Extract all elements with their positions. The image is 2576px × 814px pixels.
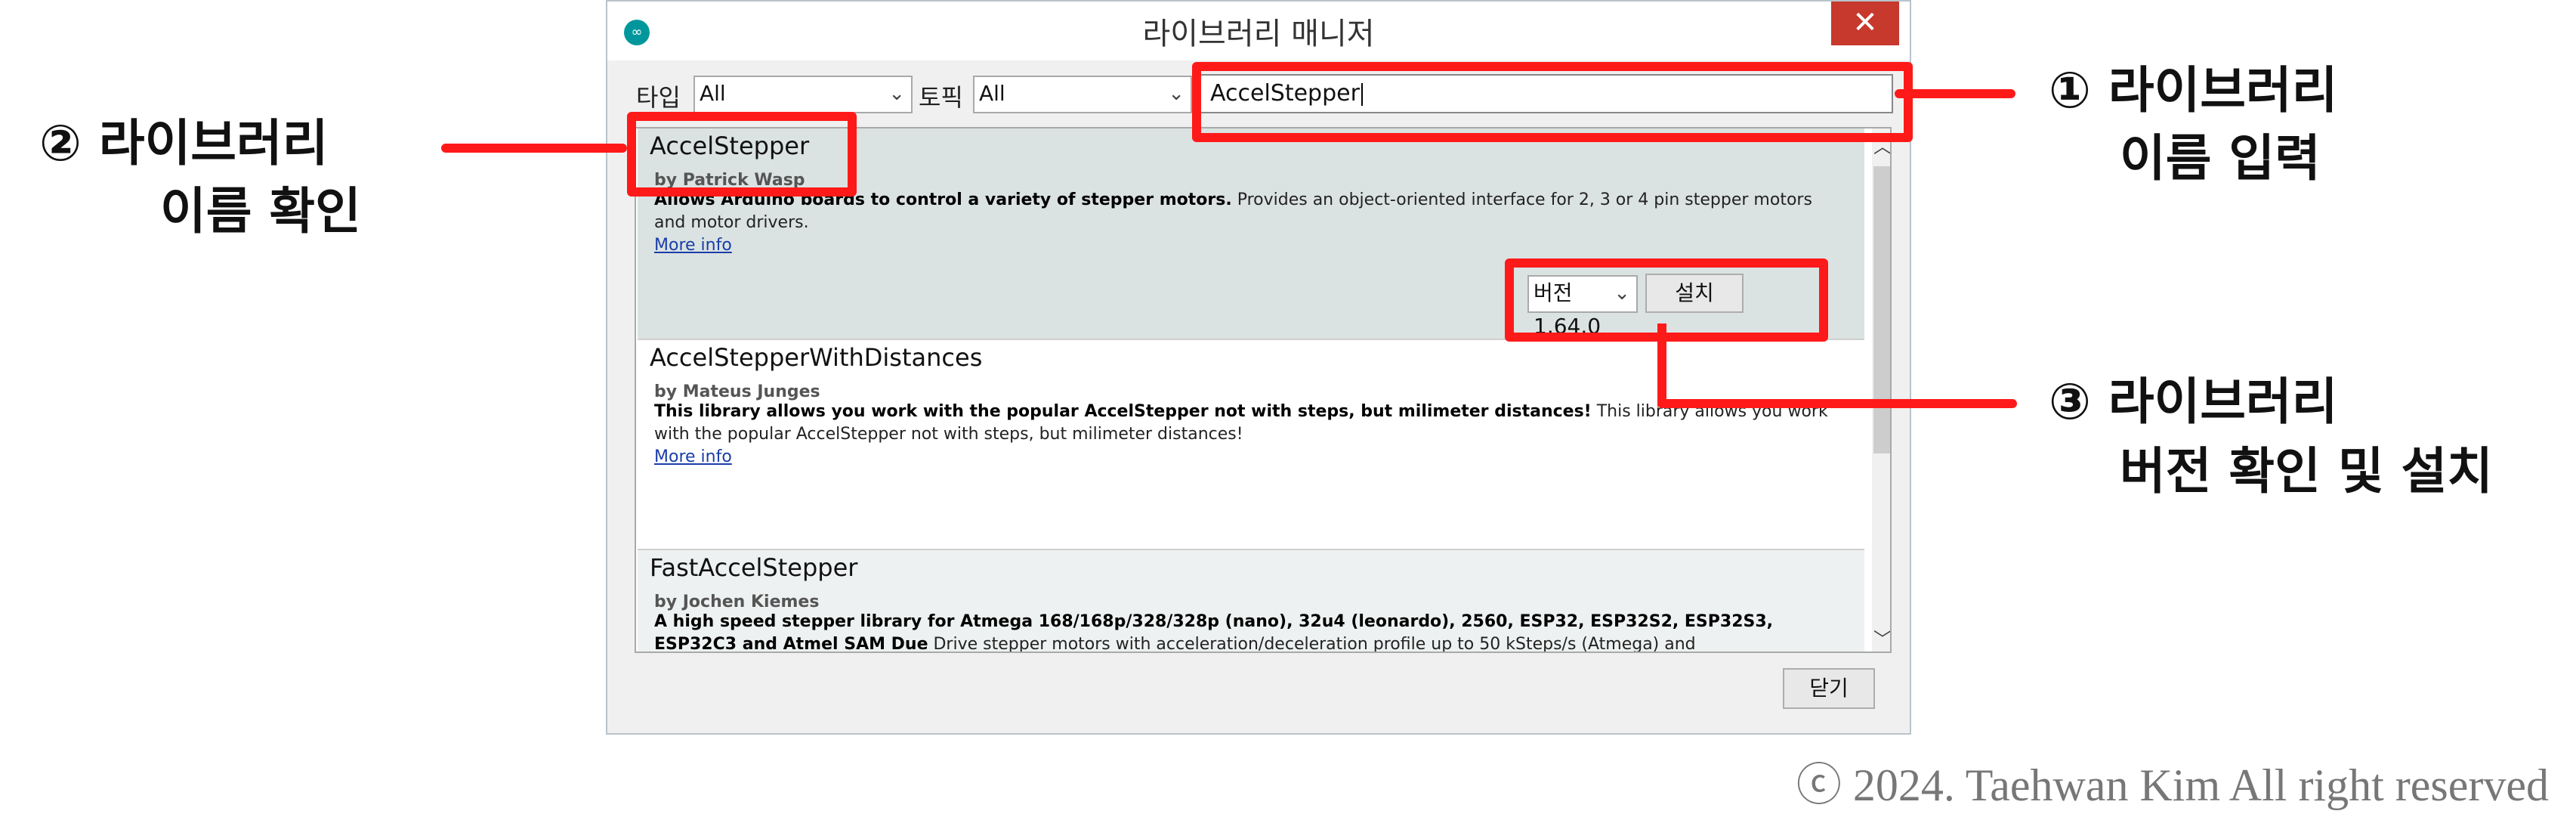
annotation-2-line-2: 이름 확인 <box>160 182 361 240</box>
topic-select-value: All <box>979 81 1005 106</box>
topic-label: 토픽 <box>919 83 963 112</box>
connector-line-2 <box>441 144 627 153</box>
library-author: by Jochen Kiemes <box>654 593 820 611</box>
library-description: A high speed stepper library for Atmega … <box>654 612 1774 653</box>
annotation-3-line-2: 버전 확인 및 설치 <box>2120 442 2493 500</box>
list-item[interactable]: AccelStepperWithDistances by Mateus Jung… <box>638 340 1864 550</box>
connector-line-3-horizontal <box>1657 399 2017 408</box>
library-author: by Mateus Junges <box>654 382 820 401</box>
type-label: 타입 <box>636 83 681 112</box>
library-list: AccelStepper by Patrick Wasp Allows Ardu… <box>635 127 1892 653</box>
chevron-down-icon: ⌄ <box>888 82 905 105</box>
name-highlight-box <box>627 112 857 197</box>
window-title: 라이브러리 매니저 <box>1142 17 1375 51</box>
search-highlight-box <box>1192 62 1913 142</box>
close-dialog-button[interactable]: 닫기 <box>1783 668 1875 709</box>
library-name: AccelStepperWithDistances <box>650 343 983 372</box>
topic-select[interactable]: All ⌄ <box>973 76 1192 113</box>
more-info-link[interactable]: More info <box>654 447 732 466</box>
type-select-value: All <box>700 81 726 106</box>
annotation-1-line-1: ① 라이브러리 <box>2049 61 2338 119</box>
scrollbar-thumb[interactable] <box>1873 166 1890 453</box>
type-select[interactable]: All ⌄ <box>693 76 913 113</box>
more-info-link[interactable]: More info <box>654 236 732 255</box>
annotation-3-line-1: ③ 라이브러리 <box>2049 373 2338 431</box>
annotation-2-line-1: ② 라이브러리 <box>39 114 329 172</box>
title-bar: ∞ 라이브러리 매니저 ✕ <box>607 2 1910 60</box>
chevron-down-icon: ⌄ <box>1168 82 1185 105</box>
library-description: This library allows you work with the po… <box>654 402 1828 444</box>
chevron-down-icon[interactable]: ﹀ <box>1872 624 1890 651</box>
connector-line-3-vertical <box>1657 323 1666 407</box>
version-install-highlight-box <box>1505 258 1828 342</box>
connector-line-1 <box>1895 89 2015 98</box>
annotation-1-line-2: 이름 입력 <box>2120 129 2321 187</box>
list-scrollbar[interactable]: ︿ ﹀ <box>1872 128 1890 652</box>
list-item[interactable]: FastAccelStepper by Jochen Kiemes A high… <box>638 550 1864 653</box>
close-window-button[interactable]: ✕ <box>1831 2 1899 45</box>
library-name: FastAccelStepper <box>650 553 858 582</box>
copyright-notice: ⓒ 2024. Taehwan Kim All right reserved <box>1796 760 2549 810</box>
